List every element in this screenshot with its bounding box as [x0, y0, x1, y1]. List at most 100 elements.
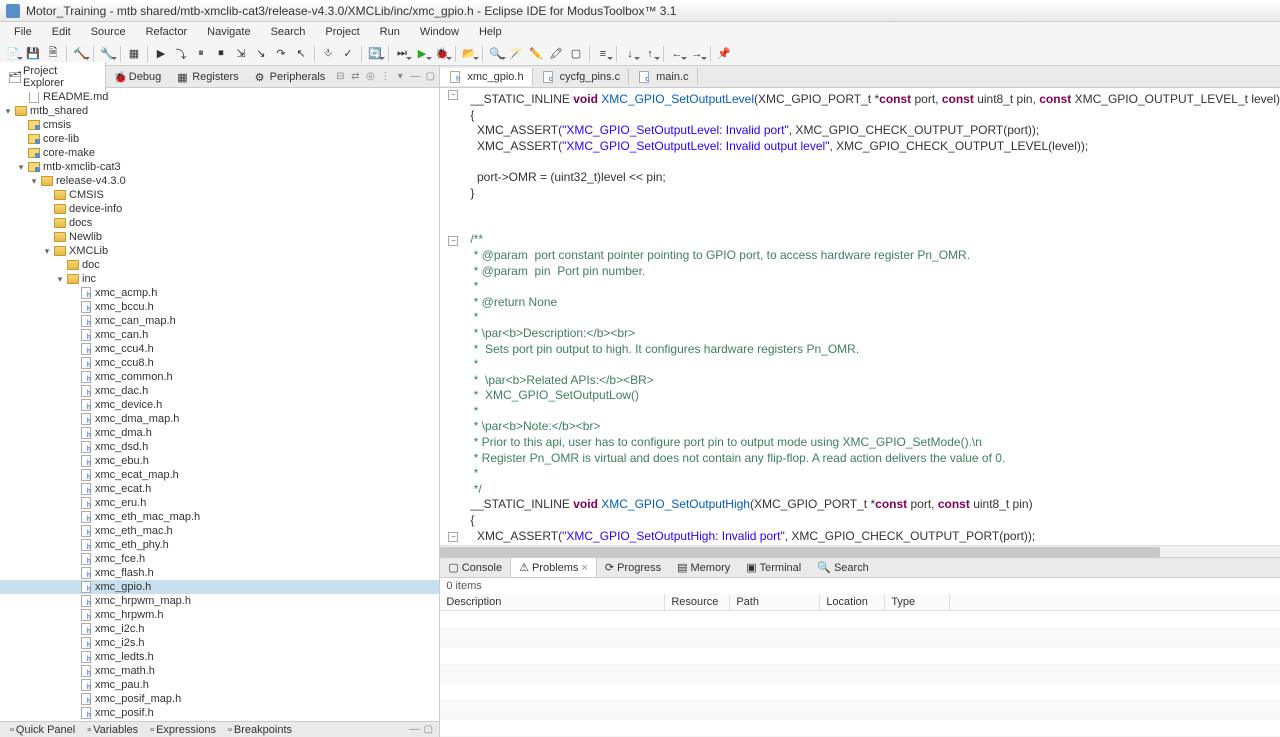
view-tab-breakpoints[interactable]: ▫Breakpoints [222, 724, 298, 736]
step-over-button[interactable]: ↷ [272, 45, 290, 63]
build-button[interactable]: 🔨 [71, 45, 89, 63]
tree-item[interactable]: xmc_eth_phy.h [0, 538, 439, 552]
tree-item[interactable]: core-make [0, 146, 439, 160]
menu-run[interactable]: Run [370, 24, 410, 40]
column-header[interactable]: Path [730, 594, 820, 610]
collapse-icon[interactable]: ▾ [54, 273, 66, 285]
menu-edit[interactable]: Edit [42, 24, 81, 40]
collapse-icon[interactable]: ▾ [41, 245, 53, 257]
tree-item[interactable]: xmc_hrpwm.h [0, 608, 439, 622]
menu-navigate[interactable]: Navigate [197, 24, 260, 40]
debug-step-button[interactable]: ⤵ [172, 45, 190, 63]
run-green-button[interactable]: ▶ [413, 45, 431, 63]
tree-item[interactable]: xmc_ccu4.h [0, 342, 439, 356]
tree-item[interactable]: xmc_ecat_map.h [0, 468, 439, 482]
maximize-bl-icon[interactable]: ▢ [421, 723, 435, 737]
focus-icon[interactable]: ◎ [363, 70, 377, 84]
tree-item[interactable]: xmc_device.h [0, 398, 439, 412]
menu-help[interactable]: Help [469, 24, 512, 40]
save-button[interactable]: 💾 [24, 45, 42, 63]
view-tab-peripherals[interactable]: ⚙Peripherals [247, 68, 334, 86]
tree-item[interactable]: xmc_i2s.h [0, 636, 439, 650]
view-menu-icon[interactable]: ▾ [393, 70, 407, 84]
new-button[interactable]: 📄 [4, 45, 22, 63]
tree-item[interactable]: xmc_ledts.h [0, 650, 439, 664]
tools-button[interactable]: 🔧 [98, 45, 116, 63]
panel-tab-console[interactable]: ▢Console [440, 558, 510, 577]
column-header[interactable]: Location [820, 594, 885, 610]
view-tab-debug[interactable]: 🐞Debug [106, 68, 169, 86]
editor-h-scrollbar[interactable] [440, 545, 1280, 557]
menu-window[interactable]: Window [410, 24, 469, 40]
tree-item[interactable]: xmc_eth_mac.h [0, 524, 439, 538]
tree-item[interactable]: xmc_posif.h [0, 706, 439, 720]
tree-item[interactable]: xmc_dac.h [0, 384, 439, 398]
tree-item[interactable]: xmc_bccu.h [0, 300, 439, 314]
view-tab-project-explorer[interactable]: 🗂Project Explorer [0, 62, 106, 92]
save-all-button[interactable]: 🗎 [44, 45, 62, 63]
stop-button[interactable]: ⏹ [212, 45, 230, 63]
view-tab-registers[interactable]: ▦Registers [169, 68, 246, 86]
editor-tab[interactable]: xmc_gpio.h [440, 68, 532, 86]
minimize-bl-icon[interactable]: — [407, 723, 421, 737]
column-header[interactable]: Type [885, 594, 950, 610]
run-button-1[interactable]: ▶ [152, 45, 170, 63]
align-button[interactable]: ≡ [594, 45, 612, 63]
editor-tab[interactable]: main.c [629, 68, 697, 86]
fold-marker[interactable]: − [448, 90, 458, 100]
instruction-step-button[interactable]: ⎀ [319, 45, 337, 63]
tree-item[interactable]: Newlib [0, 230, 439, 244]
tree-item[interactable]: ▾inc [0, 272, 439, 286]
menu-file[interactable]: File [4, 24, 42, 40]
panel-tab-progress[interactable]: ⟳Progress [597, 558, 669, 577]
tree-item[interactable]: xmc_math.h [0, 664, 439, 678]
prev-annotation-button[interactable]: ↑ [641, 45, 659, 63]
restart-button[interactable]: 🔄 [366, 45, 384, 63]
tree-item[interactable]: xmc_dsd.h [0, 440, 439, 454]
tree-item[interactable]: xmc_ebu.h [0, 454, 439, 468]
tree-item[interactable]: xmc_ccu8.h [0, 356, 439, 370]
pause-button[interactable]: ⏸ [192, 45, 210, 63]
maximize-icon[interactable]: ▢ [423, 70, 437, 84]
tree-item[interactable]: xmc_i2c.h [0, 622, 439, 636]
tree-item[interactable]: README.md [0, 90, 439, 104]
collapse-icon[interactable]: ▾ [28, 175, 40, 187]
tree-item[interactable]: ▾mtb_shared [0, 104, 439, 118]
panel-tab-memory[interactable]: ▤Memory [669, 558, 738, 577]
tree-item[interactable]: core-lib [0, 132, 439, 146]
link-editor-icon[interactable]: ⇄ [348, 70, 362, 84]
column-header[interactable]: Resource [665, 594, 730, 610]
collapse-icon[interactable]: ▾ [2, 105, 14, 117]
tree-item[interactable]: CMSIS [0, 188, 439, 202]
minimize-icon[interactable]: — [408, 70, 422, 84]
fold-marker[interactable]: − [448, 532, 458, 542]
tree-item[interactable]: xmc_ecat.h [0, 482, 439, 496]
view-tab-quick-panel[interactable]: ▫Quick Panel [4, 724, 81, 736]
open-type-button[interactable]: 📂 [460, 45, 478, 63]
collapse-all-icon[interactable]: ⊟ [333, 70, 347, 84]
tree-item[interactable]: doc [0, 258, 439, 272]
tree-item[interactable]: xmc_posif_map.h [0, 692, 439, 706]
tree-item[interactable]: xmc_eru.h [0, 496, 439, 510]
view-tab-variables[interactable]: ▫Variables [81, 724, 144, 736]
tree-item[interactable]: xmc_dma.h [0, 426, 439, 440]
tree-item[interactable]: xmc_fce.h [0, 552, 439, 566]
next-annotation-button[interactable]: ↓ [621, 45, 639, 63]
tree-item[interactable]: xmc_acmp.h [0, 286, 439, 300]
disconnect-button[interactable]: ⇲ [232, 45, 250, 63]
panel-tab-terminal[interactable]: ▣Terminal [738, 558, 809, 577]
tree-item[interactable]: device-info [0, 202, 439, 216]
tree-item[interactable]: xmc_can_map.h [0, 314, 439, 328]
fold-marker[interactable]: − [448, 236, 458, 246]
view-tab-expressions[interactable]: ▫Expressions [144, 724, 222, 736]
menu-project[interactable]: Project [315, 24, 369, 40]
filter-icon[interactable]: ⋮ [378, 70, 392, 84]
menu-refactor[interactable]: Refactor [136, 24, 198, 40]
column-header[interactable]: Description [440, 594, 665, 610]
skip-button[interactable]: ⏭ [393, 45, 411, 63]
highlight-button[interactable]: 🖍 [547, 45, 565, 63]
debug-bug-button[interactable]: 🐞 [433, 45, 451, 63]
tree-item[interactable]: xmc_common.h [0, 370, 439, 384]
menu-search[interactable]: Search [261, 24, 316, 40]
collapse-icon[interactable]: ▾ [15, 161, 27, 173]
